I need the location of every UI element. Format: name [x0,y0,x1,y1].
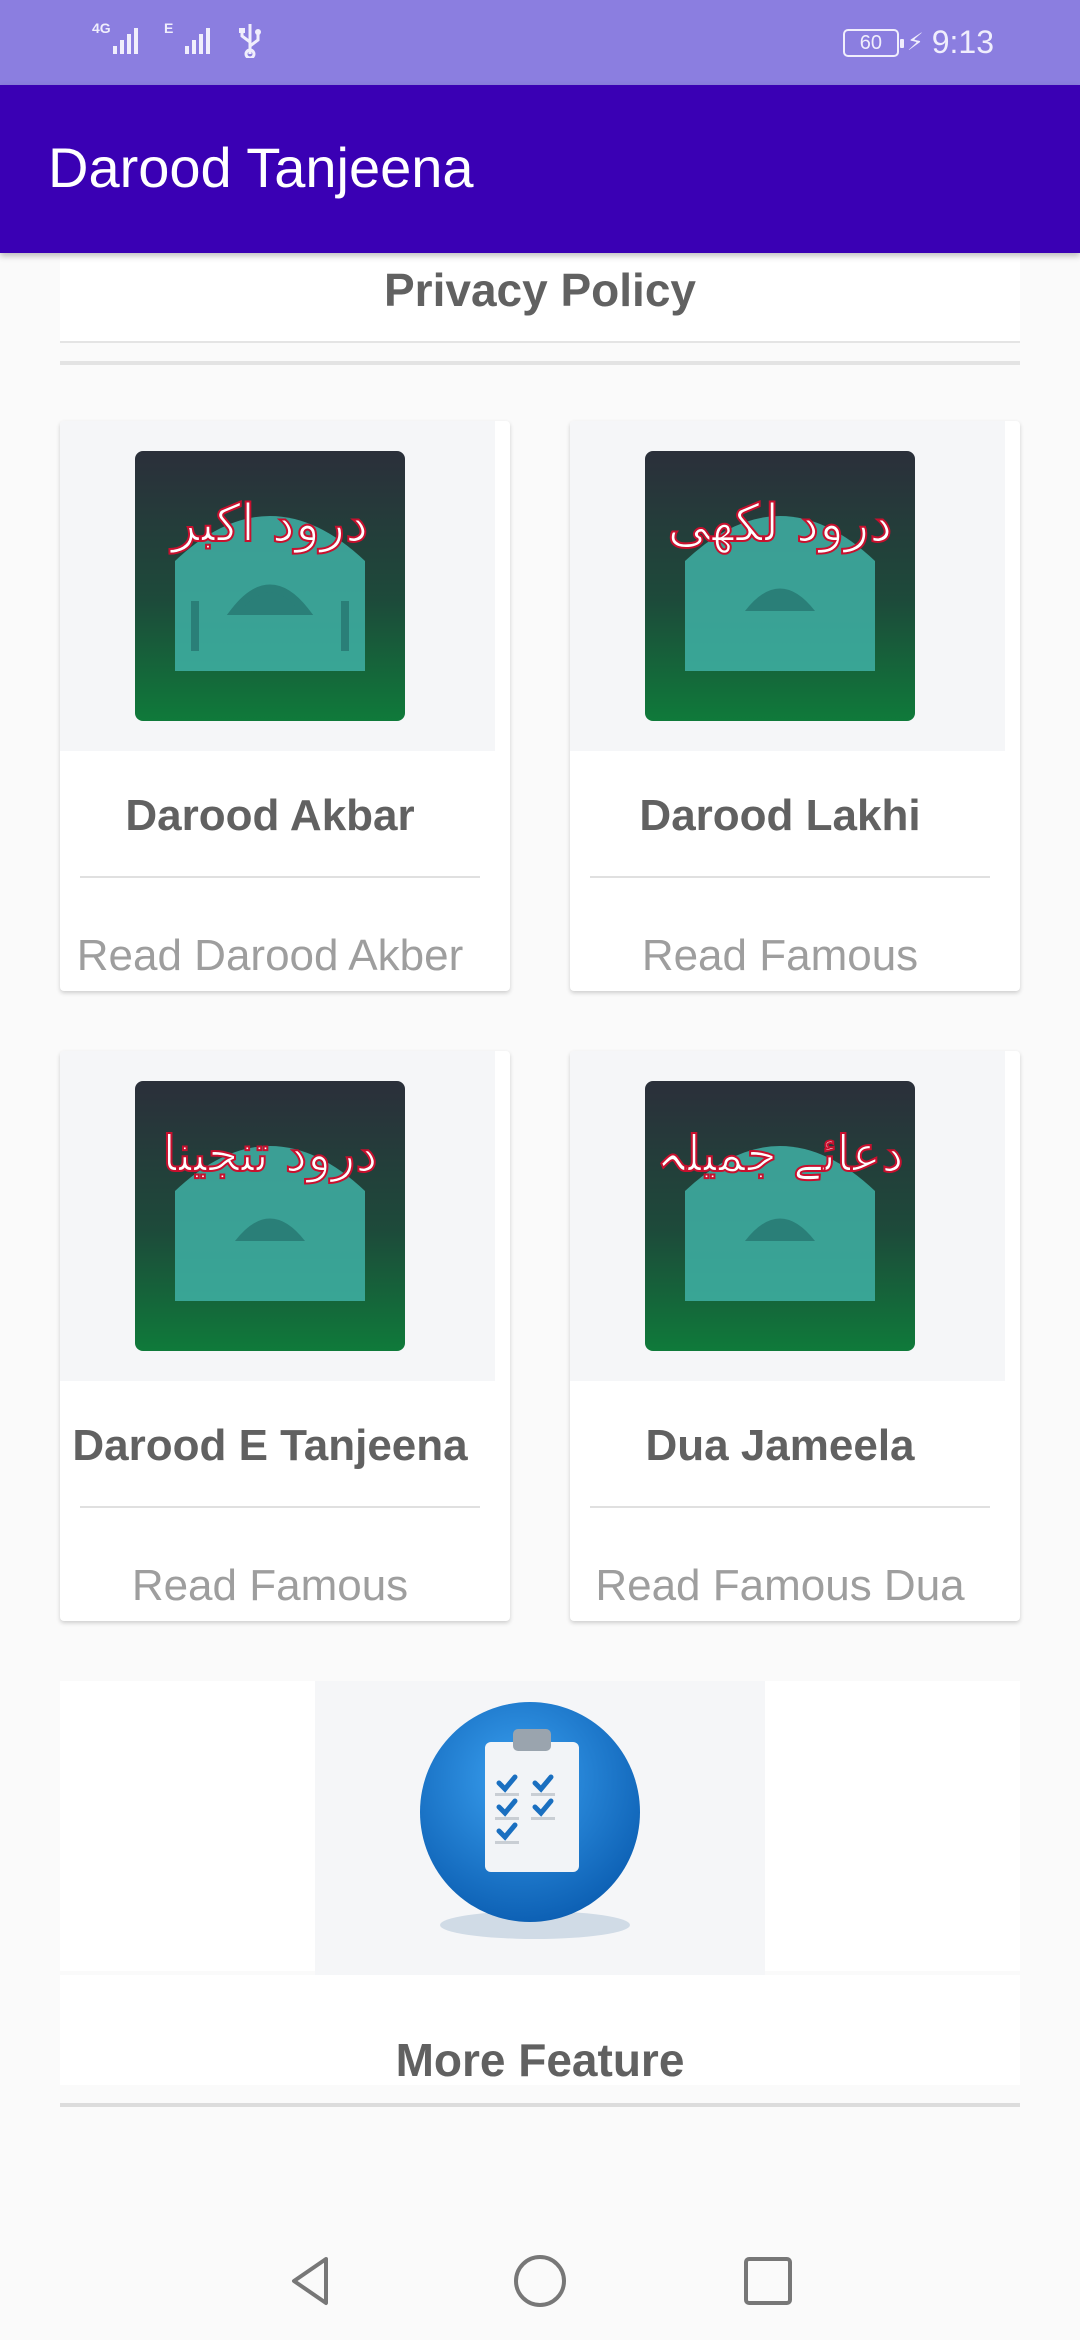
svg-text:دعائے جمیلہ: دعائے جمیلہ [656,1125,903,1183]
divider [60,361,1020,365]
darood-tanjeena-icon: درود تنجینا [135,1081,405,1351]
more-feature-title: More Feature [395,2034,685,2086]
signal-e-label: E [164,20,174,36]
darood-lakhi-icon: درود لکھی [645,451,915,721]
card-subtitle: Read Famous [131,1561,409,1610]
signal-4g-label: 4G [92,20,111,36]
card-darood-tanjeena[interactable]: درود تنجینا Darood E Tanjeena Read Famou… [60,1051,510,1621]
card-divider [80,876,480,878]
battery-icon: 60 [842,28,904,57]
card-title: Dua Jameela [645,1421,915,1470]
card-darood-lakhi[interactable]: درود لکھی Darood Lakhi Read Famous [570,421,1020,991]
privacy-policy-label: Privacy Policy [384,264,696,316]
more-feature-card[interactable] [60,1681,1020,1991]
card-divider [590,876,990,878]
svg-text:درود تنجینا: درود تنجینا [162,1125,377,1184]
divider [60,2103,1020,2107]
dua-jameela-icon: دعائے جمیلہ [645,1081,915,1351]
card-divider [80,1506,480,1508]
status-bar: 4G E 60 ⚡ 9:13 [0,0,1080,85]
card-subtitle: Read Darood Akber [76,931,464,980]
navigation-bar [0,2213,1080,2340]
battery-level: 60 [859,31,882,54]
card-darood-akbar[interactable]: درود اکبر Darood Akbar Read Darood Akber [60,421,510,991]
signal-e-icon: E [164,20,210,58]
back-icon[interactable] [282,2251,342,2311]
privacy-policy-card[interactable]: Privacy Policy [60,253,1020,343]
svg-text:درود لکھی: درود لکھی [668,494,893,554]
app-bar: Darood Tanjeena [0,85,1080,253]
card-title: Darood E Tanjeena [72,1421,468,1470]
app-title: Darood Tanjeena [48,136,474,199]
svg-text:درود اکبر: درود اکبر [169,494,369,554]
clock: 9:13 [931,24,994,60]
charging-icon: ⚡ [906,29,924,56]
card-divider [590,1506,990,1508]
card-image-area: دعائے جمیلہ [570,1051,1005,1381]
card-dua-jameela[interactable]: دعائے جمیلہ Dua Jameela Read Famous Dua [570,1051,1020,1621]
card-image-area: درود اکبر [60,421,495,751]
signal-4g-icon: 4G [92,20,138,58]
home-icon[interactable] [510,2251,570,2311]
card-title: Darood Lakhi [639,791,921,840]
checklist-icon [420,1702,640,1939]
card-image-area: درود تنجینا [60,1051,495,1381]
card-subtitle: Read Famous Dua [595,1561,965,1610]
usb-icon [239,24,261,58]
card-subtitle: Read Famous [641,931,919,980]
card-title: Darood Akbar [125,791,415,840]
darood-akbar-icon: درود اکبر [135,451,405,721]
recent-apps-icon[interactable] [738,2251,798,2311]
content-scroll[interactable]: Privacy Policy درود اکبر Darood Akbar Re… [0,253,1080,2213]
card-image-area: درود لکھی [570,421,1005,751]
